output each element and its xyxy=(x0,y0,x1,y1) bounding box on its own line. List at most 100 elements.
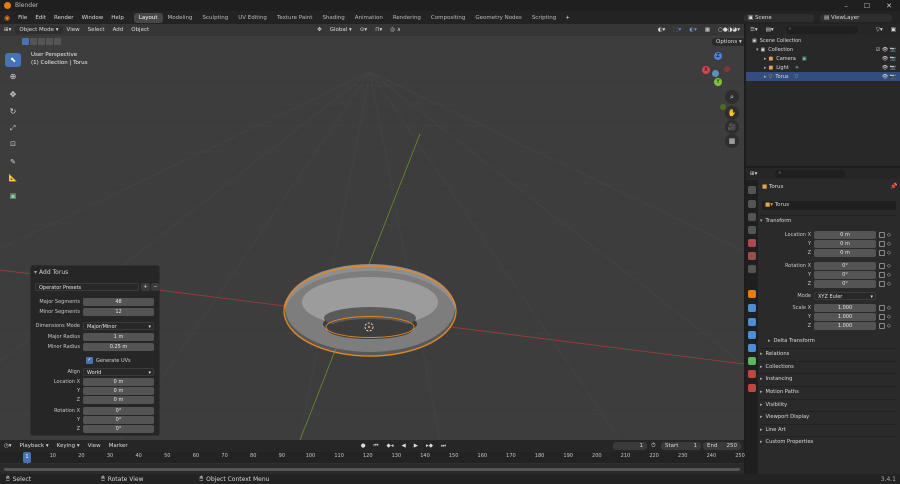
cursor-tool-icon[interactable]: ⊕ xyxy=(5,69,21,83)
select-box-tool-icon[interactable]: ⬉ xyxy=(5,53,21,67)
tab-rendering[interactable]: Rendering xyxy=(388,13,426,23)
select-new-icon[interactable] xyxy=(22,38,29,45)
select-intersect-icon[interactable] xyxy=(54,38,61,45)
menu-window[interactable]: Window xyxy=(78,15,108,21)
keyframe-scale-z-icon[interactable]: ◇ xyxy=(887,323,891,329)
tool-tab-icon[interactable] xyxy=(748,186,756,194)
viewport-menu-select[interactable]: Select xyxy=(84,27,109,33)
preview-range-icon[interactable]: ⏱ xyxy=(651,442,656,450)
rotation-mode-dropdown[interactable]: XYZ Euler ▾ xyxy=(814,291,876,300)
orientation-dropdown[interactable]: Global ▾ xyxy=(326,27,356,33)
op-rotation-z-field[interactable]: 0° xyxy=(83,424,154,433)
add-preset-button[interactable]: + xyxy=(141,282,150,291)
outliner-item-torus[interactable]: ▸ ▽ Torus ▽ 👁 📷 xyxy=(746,72,900,81)
add-workspace-icon[interactable]: + xyxy=(561,15,574,21)
snap-icon[interactable]: ⊓▾ xyxy=(371,27,386,33)
current-frame-field[interactable]: 1 xyxy=(613,442,647,450)
delta-transform-panel[interactable]: ▸ Delta Transform xyxy=(768,335,898,346)
view-layer-selector[interactable]: ▤ ViewLayer xyxy=(820,13,892,22)
tab-texture-paint[interactable]: Texture Paint xyxy=(272,13,318,23)
camera-visibility-icon[interactable]: 👁 📷 xyxy=(882,56,900,62)
output-tab-icon[interactable] xyxy=(748,213,756,221)
keyframe-rotation-x-icon[interactable]: ◇ xyxy=(887,263,891,269)
collection-checkbox-icon[interactable]: ☑ 👁 📷 xyxy=(876,47,900,53)
timeline-menu-view[interactable]: View xyxy=(84,443,105,449)
tab-shading[interactable]: Shading xyxy=(317,13,349,23)
camera-view-icon[interactable]: 🎥 xyxy=(725,120,739,134)
select-subtract-icon[interactable] xyxy=(38,38,45,45)
op-rotation-x-field[interactable]: 0° xyxy=(83,406,154,415)
blender-menu-icon[interactable]: ◉ xyxy=(0,14,14,22)
menu-help[interactable]: Help xyxy=(107,15,128,21)
timeline-menu-marker[interactable]: Marker xyxy=(105,443,132,449)
gizmo-neg-z-icon[interactable] xyxy=(712,70,719,77)
material-tab-icon[interactable] xyxy=(748,370,756,378)
add-cube-tool-icon[interactable]: ▣ xyxy=(5,189,21,203)
gizmo-y-icon[interactable]: Y xyxy=(714,78,722,86)
measure-tool-icon[interactable]: 📐 xyxy=(5,171,21,185)
viewport-menu-object[interactable]: Object xyxy=(127,27,153,33)
lock-location-y-icon[interactable] xyxy=(879,240,885,247)
outliner-search-input[interactable]: ⌕ xyxy=(785,25,858,34)
keyframe-scale-y-icon[interactable]: ◇ xyxy=(887,314,891,320)
lock-location-x-icon[interactable] xyxy=(879,231,885,238)
rotation-z-field[interactable]: 0° xyxy=(814,279,876,288)
outliner-collection[interactable]: ▾ ▣ Collection ☑ 👁 📷 xyxy=(746,45,900,54)
timeline-menu-playback[interactable]: Playback ▾ xyxy=(16,443,53,449)
transform-panel-header[interactable]: ▾ Transform xyxy=(760,215,898,226)
record-icon[interactable]: ● xyxy=(357,443,370,449)
outliner-editor-type-icon[interactable]: ☰▾ xyxy=(746,27,762,33)
minor-segments-field[interactable]: 12 xyxy=(83,307,154,316)
transform-tool-icon[interactable]: ⊡ xyxy=(5,137,21,151)
zoom-icon[interactable]: ⌕ xyxy=(725,90,739,104)
lock-rotation-z-icon[interactable] xyxy=(879,280,885,287)
lock-scale-y-icon[interactable] xyxy=(879,313,885,320)
location-y-field[interactable]: 0 m xyxy=(814,239,876,248)
operator-panel-title[interactable]: Add Torus xyxy=(37,269,68,276)
gizmo-z-icon[interactable]: Z xyxy=(714,52,722,60)
keyframe-location-y-icon[interactable]: ◇ xyxy=(887,241,891,247)
dimensions-mode-dropdown[interactable]: Major/Minor ▾ xyxy=(83,321,154,330)
shading-modes-icon[interactable]: ○●◑◕▾ xyxy=(714,27,744,33)
pin-icon[interactable]: 📌 xyxy=(890,183,897,190)
play-icon[interactable]: ▶ xyxy=(410,443,422,449)
torus-visibility-icon[interactable]: 👁 📷 xyxy=(882,74,900,80)
tab-animation[interactable]: Animation xyxy=(350,13,388,23)
lock-rotation-y-icon[interactable] xyxy=(879,271,885,278)
next-keyframe-icon[interactable]: ▸◆ xyxy=(422,443,437,449)
navigation-gizmo[interactable]: Z X Y xyxy=(696,48,744,116)
major-segments-field[interactable]: 48 xyxy=(83,297,154,306)
scale-y-field[interactable]: 1.000 xyxy=(814,312,876,321)
generate-uvs-checkbox[interactable]: ✓ xyxy=(86,357,93,364)
torus-object[interactable] xyxy=(283,264,457,357)
minor-radius-field[interactable]: 0.25 m xyxy=(83,342,154,351)
scale-z-field[interactable]: 1.000 xyxy=(814,321,876,330)
remove-preset-button[interactable]: − xyxy=(151,282,160,291)
location-x-field[interactable]: 0 m xyxy=(814,230,876,239)
pivot-icon[interactable]: ⊙▾ xyxy=(356,27,371,33)
scene-tab-icon[interactable] xyxy=(748,239,756,247)
menu-render[interactable]: Render xyxy=(50,15,78,21)
menu-edit[interactable]: Edit xyxy=(31,15,50,21)
tab-compositing[interactable]: Compositing xyxy=(426,13,470,23)
tab-uv-editing[interactable]: UV Editing xyxy=(233,13,272,23)
major-radius-field[interactable]: 1 m xyxy=(83,332,154,341)
scale-x-field[interactable]: 1.000 xyxy=(814,303,876,312)
keyframe-rotation-y-icon[interactable]: ◇ xyxy=(887,272,891,278)
properties-search-input[interactable]: ⌕ xyxy=(775,169,846,178)
lock-location-z-icon[interactable] xyxy=(879,249,885,256)
object-tab-icon[interactable] xyxy=(748,290,756,298)
overlay-toggle-icon[interactable]: ◐▾ xyxy=(685,27,701,33)
constraints-tab-icon[interactable] xyxy=(748,344,756,352)
lock-rotation-x-icon[interactable] xyxy=(879,262,885,269)
maximize-icon[interactable]: ☐ xyxy=(864,2,870,10)
jump-start-icon[interactable]: ⏮ xyxy=(370,443,383,450)
keyframe-scale-x-icon[interactable]: ◇ xyxy=(887,305,891,311)
new-collection-icon[interactable]: ▣ xyxy=(887,27,900,33)
rotation-x-field[interactable]: 0° xyxy=(814,261,876,270)
data-tab-icon[interactable] xyxy=(748,357,756,365)
instancing-panel[interactable]: ▸ Instancing xyxy=(760,373,898,384)
particles-tab-icon[interactable] xyxy=(748,318,756,326)
tab-sculpting[interactable]: Sculpting xyxy=(198,13,234,23)
line-art-panel[interactable]: ▸ Line Art xyxy=(760,424,898,435)
